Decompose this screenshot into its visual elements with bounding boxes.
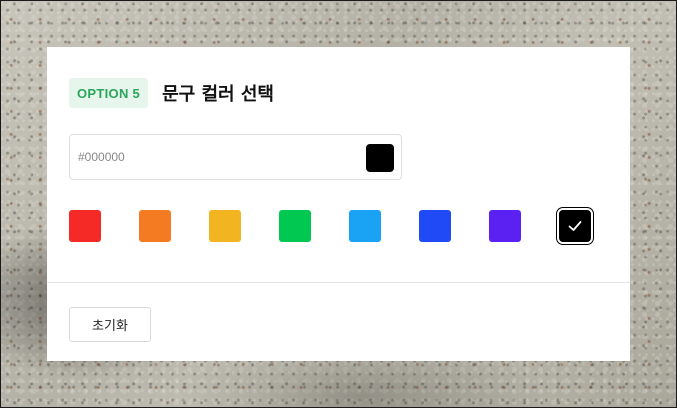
reset-button[interactable]: 초기화 [69,307,151,342]
swatch-orange[interactable] [139,210,171,242]
swatch-purple[interactable] [489,210,521,242]
page-title: 문구 컬러 선택 [162,84,274,105]
hex-color-input[interactable] [78,147,348,167]
panel-header: OPTION 5 문구 컬러 선택 [69,78,274,108]
swatch-yellow[interactable] [209,210,241,242]
background-photo: OPTION 5 문구 컬러 선택 초기화 [0,0,677,408]
swatch-blue[interactable] [419,210,451,242]
swatch-green[interactable] [279,210,311,242]
color-picker-panel: OPTION 5 문구 컬러 선택 초기화 [47,47,630,361]
swatch-red[interactable] [69,210,101,242]
check-icon [568,221,582,231]
current-color-swatch [366,144,394,172]
hex-color-field[interactable] [69,134,402,180]
option-badge: OPTION 5 [69,78,149,108]
swatch-black[interactable] [557,208,593,244]
swatch-sky-blue[interactable] [349,210,381,242]
divider [47,282,630,283]
